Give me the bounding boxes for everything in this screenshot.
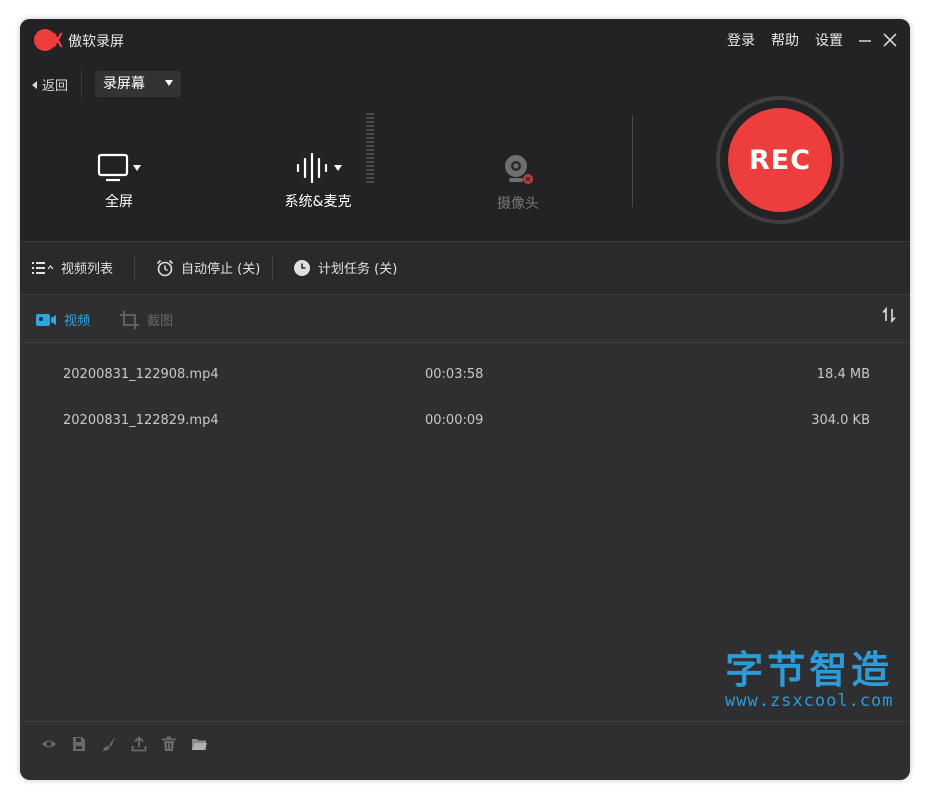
- webcam-off-icon: [505, 155, 533, 184]
- app-logo-icon: [34, 29, 63, 51]
- audio-source-button[interactable]: 系统&麦克: [278, 152, 358, 211]
- title-bar: 傲软录屏 登录 帮助 设置: [20, 19, 910, 61]
- divider: [632, 115, 633, 207]
- tab-screenshot-label: 截图: [147, 314, 174, 329]
- file-name: 20200831_122829.mp4: [63, 413, 219, 428]
- video-list-label: 视频列表: [61, 262, 114, 277]
- video-list-toggle[interactable]: 视频列表: [32, 258, 113, 277]
- divider: [20, 342, 910, 343]
- tab-video-label: 视频: [64, 314, 91, 329]
- list-icon: [32, 261, 54, 274]
- back-button[interactable]: 返回: [32, 75, 68, 94]
- close-icon[interactable]: [880, 30, 900, 50]
- app-window: 傲软录屏 登录 帮助 设置 返回 录屏幕 全屏 系统&麦克 摄像头 REC 视频…: [20, 19, 910, 780]
- file-duration: 00:03:58: [425, 367, 484, 382]
- back-arrow-icon: [32, 80, 37, 89]
- settings-link[interactable]: 设置: [815, 30, 843, 50]
- save-icon[interactable]: [71, 736, 87, 752]
- rec-button-ring: REC: [716, 96, 844, 224]
- file-name: 20200831_122908.mp4: [63, 367, 219, 382]
- watermark-title: 字节智造: [725, 648, 894, 692]
- audio-label: 系统&麦克: [284, 194, 352, 210]
- file-duration: 00:00:09: [425, 413, 484, 428]
- folder-icon[interactable]: [191, 736, 207, 752]
- list-toolbar: 视频列表 自动停止 (关) 计划任务 (关): [20, 241, 910, 295]
- caret-down-icon: [133, 165, 141, 171]
- file-size: 304.0 KB: [811, 413, 870, 428]
- scheduled-task-button[interactable]: 计划任务 (关): [293, 258, 397, 277]
- divider: [134, 256, 135, 280]
- camera-label: 摄像头: [497, 196, 539, 212]
- rec-button[interactable]: REC: [728, 108, 832, 212]
- minimize-icon[interactable]: [856, 30, 876, 50]
- audio-level-meter: [366, 113, 374, 183]
- screen-area-button[interactable]: 全屏: [84, 153, 154, 211]
- auto-stop-button[interactable]: 自动停止 (关): [156, 258, 260, 277]
- divider: [81, 71, 82, 97]
- caret-down-icon: [334, 165, 342, 171]
- record-mode-label: 录屏幕: [103, 76, 145, 92]
- file-size: 18.4 MB: [816, 367, 870, 382]
- trash-icon[interactable]: [161, 736, 177, 752]
- caret-down-icon: [165, 80, 173, 86]
- clock-icon: [294, 259, 310, 276]
- video-camera-icon: [36, 313, 56, 326]
- sort-icon[interactable]: [881, 307, 897, 323]
- crop-icon: [120, 310, 139, 329]
- record-control-panel: 返回 录屏幕 全屏 系统&麦克 摄像头 REC: [20, 61, 910, 241]
- watermark: 字节智造 www.zsxcool.com: [725, 649, 894, 711]
- tab-video[interactable]: 视频: [36, 310, 90, 329]
- help-link[interactable]: 帮助: [771, 30, 799, 50]
- auto-stop-label: 自动停止 (关): [181, 262, 261, 277]
- back-label: 返回: [42, 79, 69, 94]
- screen-label: 全屏: [105, 194, 133, 210]
- divider: [272, 256, 273, 280]
- alarm-clock-icon: [156, 259, 174, 276]
- watermark-url: www.zsxcool.com: [725, 691, 894, 711]
- eye-icon[interactable]: [41, 736, 57, 752]
- monitor-icon: [97, 153, 129, 182]
- webcam-button[interactable]: 摄像头: [483, 153, 553, 213]
- brush-icon[interactable]: [101, 736, 117, 752]
- tab-screenshot[interactable]: 截图: [120, 310, 173, 329]
- login-link[interactable]: 登录: [727, 30, 755, 50]
- record-mode-select[interactable]: 录屏幕: [95, 71, 181, 97]
- divider: [20, 721, 910, 722]
- scheduled-task-label: 计划任务 (关): [318, 262, 398, 277]
- file-row[interactable]: 20200831_122829.mp4 00:00:09 304.0 KB: [20, 398, 910, 442]
- app-title: 傲软录屏: [68, 34, 124, 50]
- upload-icon[interactable]: [131, 736, 147, 752]
- sound-wave-icon: [296, 152, 328, 184]
- file-row[interactable]: 20200831_122908.mp4 00:03:58 18.4 MB: [20, 352, 910, 396]
